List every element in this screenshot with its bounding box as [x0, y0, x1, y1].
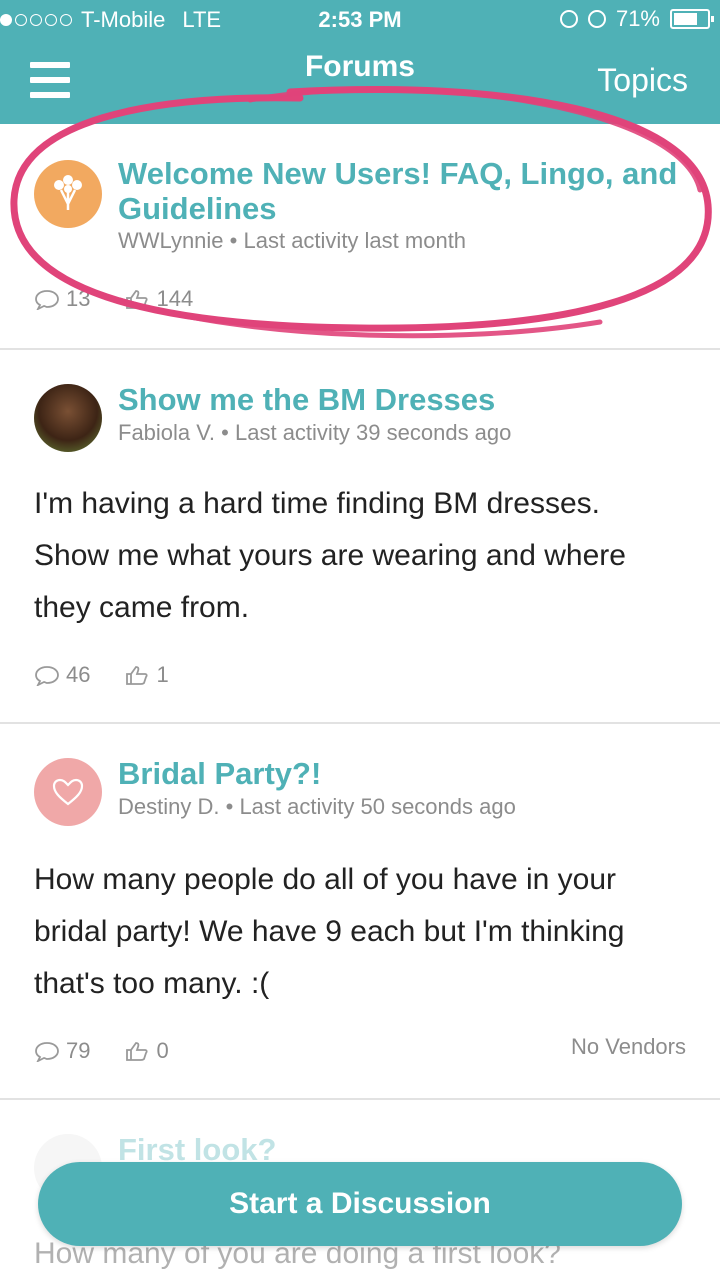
thread-activity: Last activity 50 seconds ago: [239, 794, 516, 819]
like-count-value: 0: [156, 1038, 169, 1063]
status-right: 71%: [559, 6, 714, 32]
bouquet-icon: [54, 175, 82, 210]
avatar: [34, 384, 102, 452]
thread-body: How many people do all of you have in yo…: [34, 863, 625, 1000]
thread-stats: 79 0: [34, 1038, 169, 1064]
thread-body: I'm having a hard time finding BM dresse…: [34, 487, 626, 624]
thread-title[interactable]: Bridal Party?!: [118, 756, 680, 791]
like-count[interactable]: 144: [124, 286, 193, 312]
thread-meta: WWLynnie • Last activity last month: [118, 228, 466, 254]
status-bar: T-Mobile LTE 2:53 PM 71%: [0, 0, 720, 40]
thread-stats: 46 1: [34, 662, 169, 688]
thumbs-up-icon: [126, 1042, 149, 1061]
thread-meta: Fabiola V. • Last activity 39 seconds ag…: [118, 420, 511, 446]
battery-percent: 71%: [615, 6, 660, 31]
meta-separator: •: [225, 794, 234, 819]
thread-stats: 13 144: [34, 286, 193, 312]
thread-meta: Destiny D. • Last activity 50 seconds ag…: [118, 794, 516, 820]
alarm-icon: [587, 10, 606, 28]
meta-separator: •: [229, 228, 238, 253]
thread-author[interactable]: Fabiola V.: [118, 420, 215, 445]
topics-button[interactable]: Topics: [597, 62, 688, 99]
thread-card[interactable]: Bridal Party?! Destiny D. • Last activit…: [0, 724, 720, 1100]
like-count-value: 144: [156, 286, 194, 311]
start-discussion-button[interactable]: Start a Discussion: [38, 1162, 682, 1246]
comment-icon: [35, 666, 59, 686]
thread-card[interactable]: Show me the BM Dresses Fabiola V. • Last…: [0, 350, 720, 724]
comment-count[interactable]: 46: [34, 662, 90, 688]
comment-count-value: 79: [66, 1038, 91, 1063]
thread-author[interactable]: Destiny D.: [118, 794, 219, 819]
comment-count-value: 46: [66, 662, 91, 687]
vendor-label: No Vendors: [571, 1034, 686, 1059]
avatar: [34, 160, 102, 228]
heart-icon: [52, 778, 84, 806]
like-count[interactable]: 1: [124, 662, 169, 688]
comment-icon: [35, 1042, 59, 1062]
thread-title[interactable]: Welcome New Users! FAQ, Lingo, and Guide…: [118, 156, 680, 226]
comment-count-value: 13: [66, 286, 91, 311]
comment-icon: [35, 290, 59, 310]
thread-activity: Last activity 39 seconds ago: [235, 420, 512, 445]
thumbs-up-icon: [126, 290, 149, 309]
thread-title[interactable]: Show me the BM Dresses: [118, 382, 680, 417]
battery-icon: [670, 9, 714, 29]
nav-bar: Forums Topics: [0, 40, 720, 124]
meta-separator: •: [221, 420, 229, 445]
like-count-value: 1: [156, 662, 169, 687]
avatar: [34, 758, 102, 826]
thumbs-up-icon: [126, 666, 149, 685]
rotation-lock-icon: [559, 10, 578, 28]
comment-count[interactable]: 79: [34, 1038, 90, 1064]
thread-card[interactable]: Welcome New Users! FAQ, Lingo, and Guide…: [0, 124, 720, 350]
like-count[interactable]: 0: [124, 1038, 169, 1064]
comment-count[interactable]: 13: [34, 286, 90, 312]
thread-activity: Last activity last month: [243, 228, 467, 253]
thread-author[interactable]: WWLynnie: [118, 228, 224, 253]
